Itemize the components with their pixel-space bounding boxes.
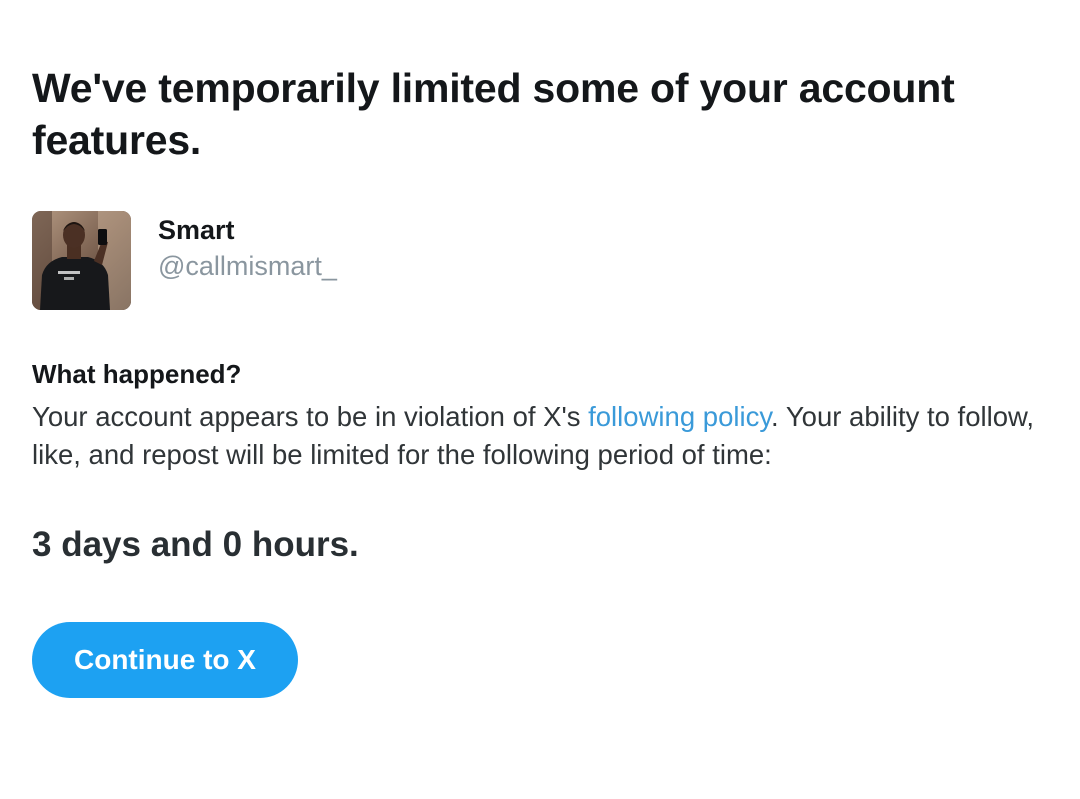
user-handle: @callmismart_ <box>158 251 337 281</box>
display-name: Smart <box>158 215 235 245</box>
account-card: Smart @callmismart_ <box>32 211 632 311</box>
explanation-text-start: Your account appears to be in violation … <box>32 401 589 432</box>
avatar <box>32 211 131 310</box>
continue-button[interactable]: Continue to X <box>32 622 298 698</box>
violation-explanation: Your account appears to be in violation … <box>32 398 1042 474</box>
restriction-duration: 3 days and 0 hours. <box>32 525 359 564</box>
page-title: We've temporarily limited some of your a… <box>32 65 955 163</box>
what-happened-heading: What happened? <box>32 359 242 389</box>
following-policy-link[interactable]: following policy <box>588 401 771 432</box>
